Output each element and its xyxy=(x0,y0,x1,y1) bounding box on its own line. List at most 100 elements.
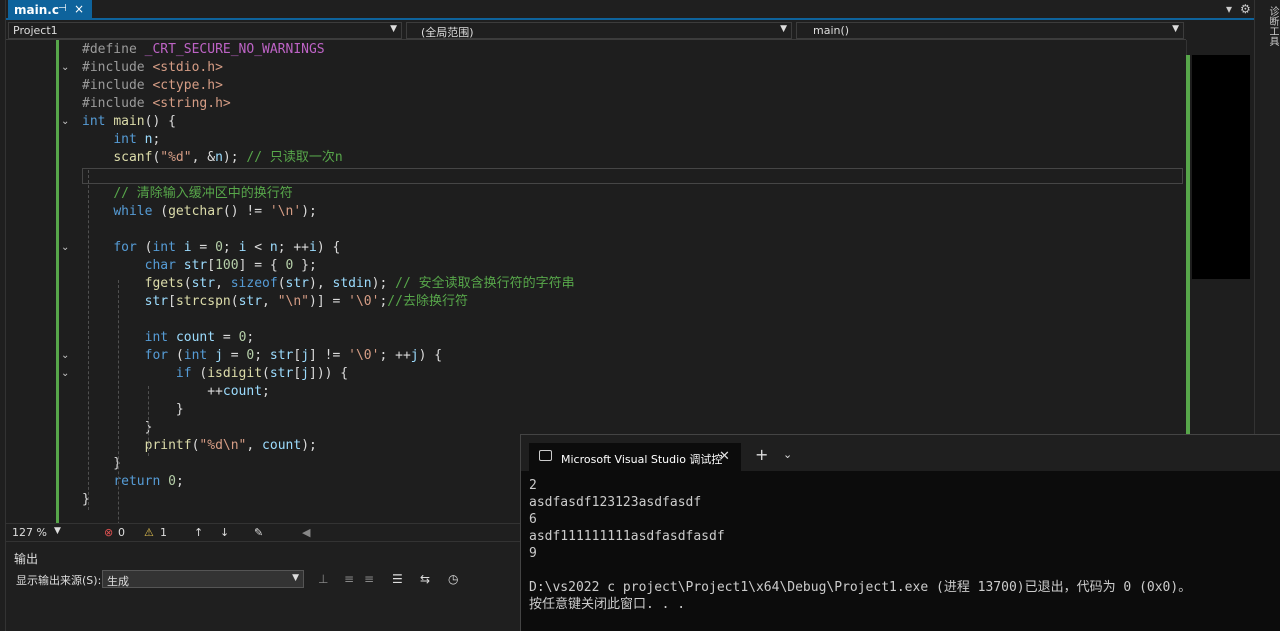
code-token: str xyxy=(183,258,208,273)
code-line[interactable]: for (int j = 0; str[j] != '\0'; ++j) { xyxy=(82,347,442,365)
code-line[interactable]: for (int i = 0; i < n; ++i) { xyxy=(82,239,340,257)
code-line[interactable]: str[strcspn(str, "\n")] = '\0';//去除换行符 xyxy=(82,293,468,311)
error-icon[interactable]: ⊗ xyxy=(104,526,113,539)
code-token: ] != xyxy=(309,348,349,363)
console-line: 9 xyxy=(529,546,537,561)
code-line[interactable]: int count = 0; xyxy=(82,329,255,347)
tab-main-c[interactable]: main.c ⊣ × xyxy=(8,0,92,20)
project-dropdown[interactable]: Project1 ▼ xyxy=(8,22,402,39)
close-icon[interactable]: × xyxy=(74,2,84,16)
code-line[interactable]: if (isdigit(str[j])) { xyxy=(82,365,348,383)
member-dropdown[interactable]: main() ▼ xyxy=(796,22,1184,39)
code-token: ); xyxy=(301,438,317,453)
output-source-label: 显示输出来源(S): xyxy=(16,574,102,587)
code-token: for xyxy=(144,348,176,363)
code-token: j xyxy=(301,366,309,381)
console-tab[interactable]: Microsoft Visual Studio 调试控 ✕ xyxy=(529,443,741,471)
code-minimap[interactable] xyxy=(1192,55,1250,279)
code-token: < xyxy=(246,240,270,255)
find-message-icon[interactable]: ⊥ xyxy=(318,572,328,586)
new-tab-plus-icon[interactable]: + xyxy=(755,445,768,464)
code-token: ; xyxy=(262,384,270,399)
fold-toggle-icon[interactable]: ⌄ xyxy=(61,347,69,365)
debug-console-window[interactable]: Microsoft Visual Studio 调试控 ✕ + ⌄ 2 asdfa… xyxy=(520,434,1280,631)
clock-icon[interactable]: ◷ xyxy=(448,572,458,586)
chevron-down-icon[interactable]: ▼ xyxy=(54,526,61,536)
code-token: ])) { xyxy=(309,366,349,381)
code-line[interactable]: fgets(str, sizeof(str), stdin); // 安全读取含… xyxy=(82,275,575,293)
code-token: #define xyxy=(82,42,145,57)
code-token: "%d\n" xyxy=(199,438,247,453)
current-line-highlight xyxy=(82,168,1183,184)
code-token: // 只读取一次n xyxy=(246,150,343,165)
output-source-select[interactable]: 生成 ▼ xyxy=(102,570,304,588)
code-token: i xyxy=(183,240,192,255)
code-token: str xyxy=(238,294,263,309)
code-line[interactable]: while (getchar() != '\n'); xyxy=(82,203,317,221)
prev-message-icon[interactable]: ≡ xyxy=(344,572,354,586)
code-token: = xyxy=(191,240,216,255)
code-token: sizeof xyxy=(230,276,278,291)
scroll-left-icon[interactable]: ◀ xyxy=(302,526,310,539)
warning-count: 1 xyxy=(160,526,167,539)
code-token: "\n" xyxy=(277,294,310,309)
code-token: ), xyxy=(309,276,333,291)
fold-toggle-icon[interactable]: ⌄ xyxy=(61,59,69,77)
warning-icon[interactable]: ⚠ xyxy=(144,526,154,539)
code-line[interactable]: // 清除输入缓冲区中的换行符 xyxy=(82,185,292,203)
code-line[interactable]: return 0; xyxy=(82,473,183,491)
fold-toggle-icon[interactable]: ⌄ xyxy=(61,365,69,383)
clear-all-icon[interactable]: ☰ xyxy=(392,572,403,586)
console-tabbar: Microsoft Visual Studio 调试控 ✕ + ⌄ xyxy=(521,435,1280,471)
word-wrap-icon[interactable]: ⇆ xyxy=(420,572,430,586)
console-tab-title: Microsoft Visual Studio 调试控 xyxy=(561,453,723,466)
close-icon[interactable]: ✕ xyxy=(719,449,730,464)
code-line[interactable]: int main() { xyxy=(82,113,176,131)
code-line[interactable]: #include <stdio.h> xyxy=(82,59,223,77)
next-message-icon[interactable]: ≡ xyxy=(364,572,374,586)
code-token: '\n' xyxy=(269,204,302,219)
diagnostic-tools-label: 诊断工具 xyxy=(1267,6,1278,46)
code-line[interactable]: #include <string.h> xyxy=(82,95,231,113)
project-name: Project1 xyxy=(13,24,58,37)
code-token: //去除换行符 xyxy=(387,294,468,309)
console-line: 按任意键关闭此窗口. . . xyxy=(529,597,686,612)
scope-dropdown[interactable]: (全局范围) ▼ xyxy=(406,22,792,39)
code-token: ( xyxy=(160,204,169,219)
code-line[interactable]: #define _CRT_SECURE_NO_WARNINGS xyxy=(82,41,325,59)
chevron-down-icon[interactable]: ⌄ xyxy=(783,448,792,461)
arrow-down-icon[interactable]: ↓ xyxy=(220,526,229,539)
fold-toggle-icon[interactable]: ⌄ xyxy=(61,239,69,257)
code-token: int xyxy=(82,114,114,129)
pin-icon[interactable]: ⊣ xyxy=(58,3,67,14)
code-token: <string.h> xyxy=(152,96,231,111)
code-line[interactable]: } xyxy=(82,401,184,419)
brush-icon[interactable]: ✎ xyxy=(254,526,263,539)
fold-toggle-icon[interactable]: ⌄ xyxy=(61,113,69,131)
document-tabbar: main.c ⊣ × ▾ ⚙ xyxy=(6,0,1254,20)
code-token: #include xyxy=(82,78,153,93)
tab-list-dropdown-icon[interactable]: ▾ xyxy=(1226,2,1232,16)
indent-guide xyxy=(148,386,149,456)
arrow-up-icon[interactable]: ↑ xyxy=(194,526,203,539)
code-token: stdin xyxy=(332,276,372,291)
code-token: [ xyxy=(293,348,302,363)
code-line[interactable]: #include <ctype.h> xyxy=(82,77,223,95)
code-line[interactable]: char str[100] = { 0 }; xyxy=(82,257,317,275)
code-line[interactable]: ++count; xyxy=(82,383,270,401)
zoom-level[interactable]: 127 % xyxy=(12,526,47,539)
settings-gear-icon[interactable]: ⚙ xyxy=(1240,2,1251,16)
code-token: () != xyxy=(222,204,270,219)
code-line[interactable]: int n; xyxy=(82,131,160,149)
console-line: D:\vs2022 c project\Project1\x64\Debug\P… xyxy=(529,580,1192,595)
code-line[interactable]: scanf("%d", &n); // 只读取一次n xyxy=(82,149,343,167)
code-token: "%d" xyxy=(160,150,192,165)
code-token: ); xyxy=(371,276,396,291)
console-line: 2 xyxy=(529,478,537,493)
